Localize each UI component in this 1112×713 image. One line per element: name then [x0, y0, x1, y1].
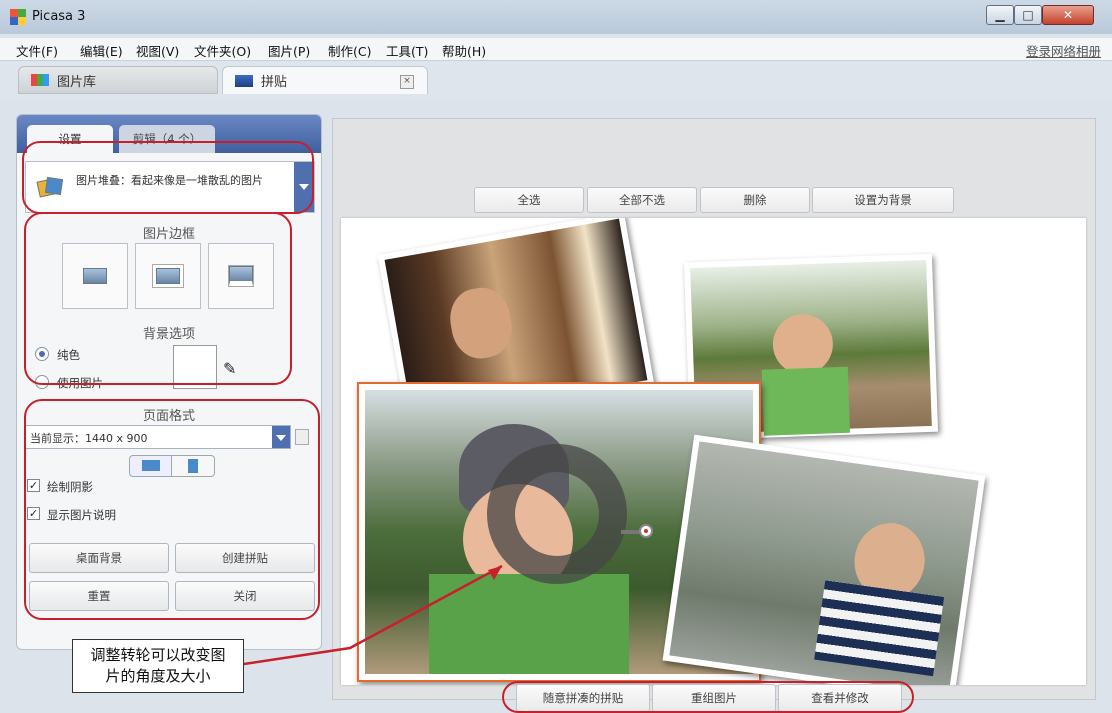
set-as-background-button[interactable]: 设置为背景	[812, 187, 954, 213]
maximize-button[interactable]: □	[1014, 5, 1042, 25]
select-none-button[interactable]: 全部不选	[587, 187, 697, 213]
grid-icon	[31, 74, 49, 86]
photo-subject	[814, 580, 945, 677]
menu-view[interactable]: 视图(V)	[136, 41, 179, 60]
annotation-callout: 调整转轮可以改变图 片的角度及大小	[72, 639, 244, 693]
collage-photo[interactable]	[662, 434, 986, 685]
close-window-button[interactable]: ✕	[1042, 5, 1094, 25]
picasa-logo-icon	[10, 9, 26, 25]
collage-icon	[235, 74, 253, 87]
menu-tools[interactable]: 工具(T)	[386, 41, 428, 60]
tab-close-icon[interactable]: ×	[400, 75, 414, 89]
delete-button[interactable]: 删除	[700, 187, 810, 213]
rotation-knob-icon[interactable]	[639, 524, 653, 538]
callout-line-2: 片的角度及大小	[105, 667, 211, 685]
menu-folder[interactable]: 文件夹(O)	[194, 41, 251, 60]
menu-file[interactable]: 文件(F)	[16, 41, 58, 60]
tab-collage[interactable]: 拼贴	[222, 66, 428, 94]
window-title: Picasa 3	[32, 9, 86, 24]
annotation-frame-background	[24, 212, 292, 385]
login-web-album-link[interactable]: 登录网络相册	[1026, 41, 1101, 60]
callout-line-1: 调整转轮可以改变图	[90, 646, 226, 664]
menu-edit[interactable]: 编辑(E)	[80, 41, 123, 60]
select-all-button[interactable]: 全选	[474, 187, 584, 213]
tab-library-label: 图片库	[57, 74, 97, 90]
title-bar	[0, 0, 1112, 34]
tab-collage-label: 拼贴	[261, 75, 288, 90]
photo-subject	[761, 366, 851, 436]
annotation-bottom-buttons	[502, 681, 914, 713]
menu-picture[interactable]: 图片(P)	[268, 41, 310, 60]
menu-help[interactable]: 帮助(H)	[442, 41, 486, 60]
minimize-button[interactable]: ▁	[986, 5, 1014, 25]
annotation-collage-type	[22, 141, 314, 214]
tab-library[interactable]: 图片库	[18, 66, 218, 94]
menu-create[interactable]: 制作(C)	[328, 41, 371, 60]
annotation-arrow	[243, 564, 503, 666]
